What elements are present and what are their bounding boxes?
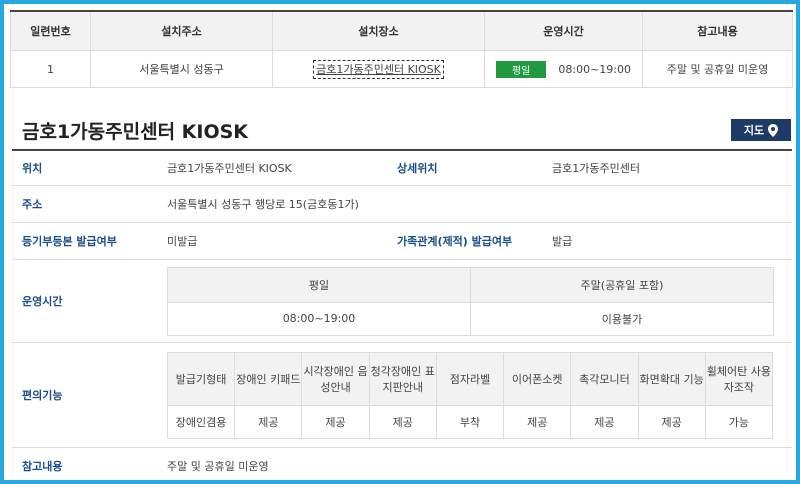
convenience-value: 부착 [435,404,505,439]
convenience-value: 제공 [234,404,303,439]
convenience-header-row: 발급기형태 장애인 키패드 시각장애인 음성안내 청각장애인 표지판안내 점자라… [166,351,774,406]
convenience-header: 청각장애인 표지판안내 [368,351,437,406]
convenience-value: 제공 [301,404,370,439]
convenience-row: 편의기능 발급기형태 장애인 키패드 시각장애인 음성안내 청각장애인 표지판안… [12,343,792,448]
place-link[interactable]: 금호1가동주민센터 KIOSK [313,60,444,79]
weekday-header: 평일 [167,266,471,303]
convenience-header: 장애인 키패드 [234,351,303,406]
registry-row: 등기부등본 발급여부 미발급 가족관계(제적) 발급여부 발급 [12,223,792,260]
convenience-value: 가능 [704,404,774,439]
weekend-header: 주말(공휴일 포함) [470,266,774,303]
family-label: 가족관계(제적) 발급여부 [397,235,513,248]
detail-title: 금호1가동주민센터 KIOSK [22,121,249,143]
note-label: 참고내용 [22,460,63,473]
convenience-value-row: 장애인겸용 제공 제공 제공 부착 제공 제공 제공 가능 [166,404,774,439]
family-value: 발급 [552,235,573,248]
page-frame: 일련번호 설치주소 설치장소 운영시간 참고내용 1 서울특별시 성동구 금호1… [0,0,800,484]
hours-text: 08:00~19:00 [558,62,632,76]
convenience-value: 장애인겸용 [166,404,236,439]
weekday-hours: 08:00~19:00 [167,301,471,336]
address-value: 서울특별시 성동구 행당로 15(금호동1가) [167,198,359,211]
convenience-header: 휠체어탄 사용자조작 [704,351,774,406]
convenience-header: 점자라벨 [435,351,505,406]
header-address: 설치주소 [90,10,273,51]
convenience-value: 제공 [503,404,572,439]
map-button[interactable]: 지도 [731,119,791,141]
convenience-header: 촉각모니터 [570,351,639,406]
address-row: 주소 서울특별시 성동구 행당로 15(금호동1가) [12,186,792,223]
note-value: 주말 및 공휴일 미운영 [167,460,269,473]
weekday-badge: 평일 [495,60,547,78]
serial-cell: 1 [10,50,91,88]
address-cell: 서울특별시 성동구 [90,50,273,88]
convenience-value: 제공 [368,404,437,439]
header-hours: 운영시간 [484,10,643,51]
convenience-value: 제공 [637,404,706,439]
hours-row: 운영시간 평일 주말(공휴일 포함) 08:00~19:00 이용불가 [12,260,792,343]
sublocation-value: 금호1가동주민센터 [552,162,640,175]
hours-cell: 평일 08:00~19:00 [484,50,643,88]
kiosk-list-table: 일련번호 설치주소 설치장소 운영시간 참고내용 1 서울특별시 성동구 금호1… [10,10,793,88]
location-row: 위치 금호1가동주민센터 KIOSK 상세위치 금호1가동주민센터 [12,149,792,186]
convenience-label: 편의기능 [22,389,63,402]
header-place: 설치장소 [272,10,485,51]
location-value: 금호1가동주민센터 KIOSK [167,162,292,175]
convenience-header: 화면확대 기능 [637,351,706,406]
sublocation-label: 상세위치 [397,162,438,175]
convenience-table: 발급기형태 장애인 키패드 시각장애인 음성안내 청각장애인 표지판안내 점자라… [166,351,774,439]
convenience-value: 제공 [570,404,639,439]
hours-header-row: 평일 주말(공휴일 포함) [167,266,774,303]
detail-section: 위치 금호1가동주민센터 KIOSK 상세위치 금호1가동주민센터 주소 서울특… [12,149,792,480]
location-label: 위치 [22,162,43,175]
weekend-hours: 이용불가 [470,301,774,336]
table-row: 1 서울특별시 성동구 금호1가동주민센터 KIOSK 평일 08:00~19:… [10,50,793,88]
hours-value-row: 08:00~19:00 이용불가 [167,301,774,336]
convenience-header: 이어폰소켓 [503,351,572,406]
registry-label: 등기부등본 발급여부 [22,235,117,248]
map-pin-icon [768,123,779,137]
place-cell: 금호1가동주민센터 KIOSK [272,50,485,88]
hours-label: 운영시간 [22,295,63,308]
note-row: 참고내용 주말 및 공휴일 미운영 [12,448,792,480]
address-label: 주소 [22,198,43,211]
list-header-row: 일련번호 설치주소 설치장소 운영시간 참고내용 [10,10,793,51]
map-button-label: 지도 [743,125,765,137]
registry-value: 미발급 [167,235,198,248]
hours-table: 평일 주말(공휴일 포함) 08:00~19:00 이용불가 [167,266,774,336]
header-serial: 일련번호 [10,10,91,51]
header-note: 참고내용 [642,10,793,51]
convenience-header: 발급기형태 [166,351,236,406]
note-cell: 주말 및 공휴일 미운영 [642,50,793,88]
convenience-header: 시각장애인 음성안내 [301,351,370,406]
